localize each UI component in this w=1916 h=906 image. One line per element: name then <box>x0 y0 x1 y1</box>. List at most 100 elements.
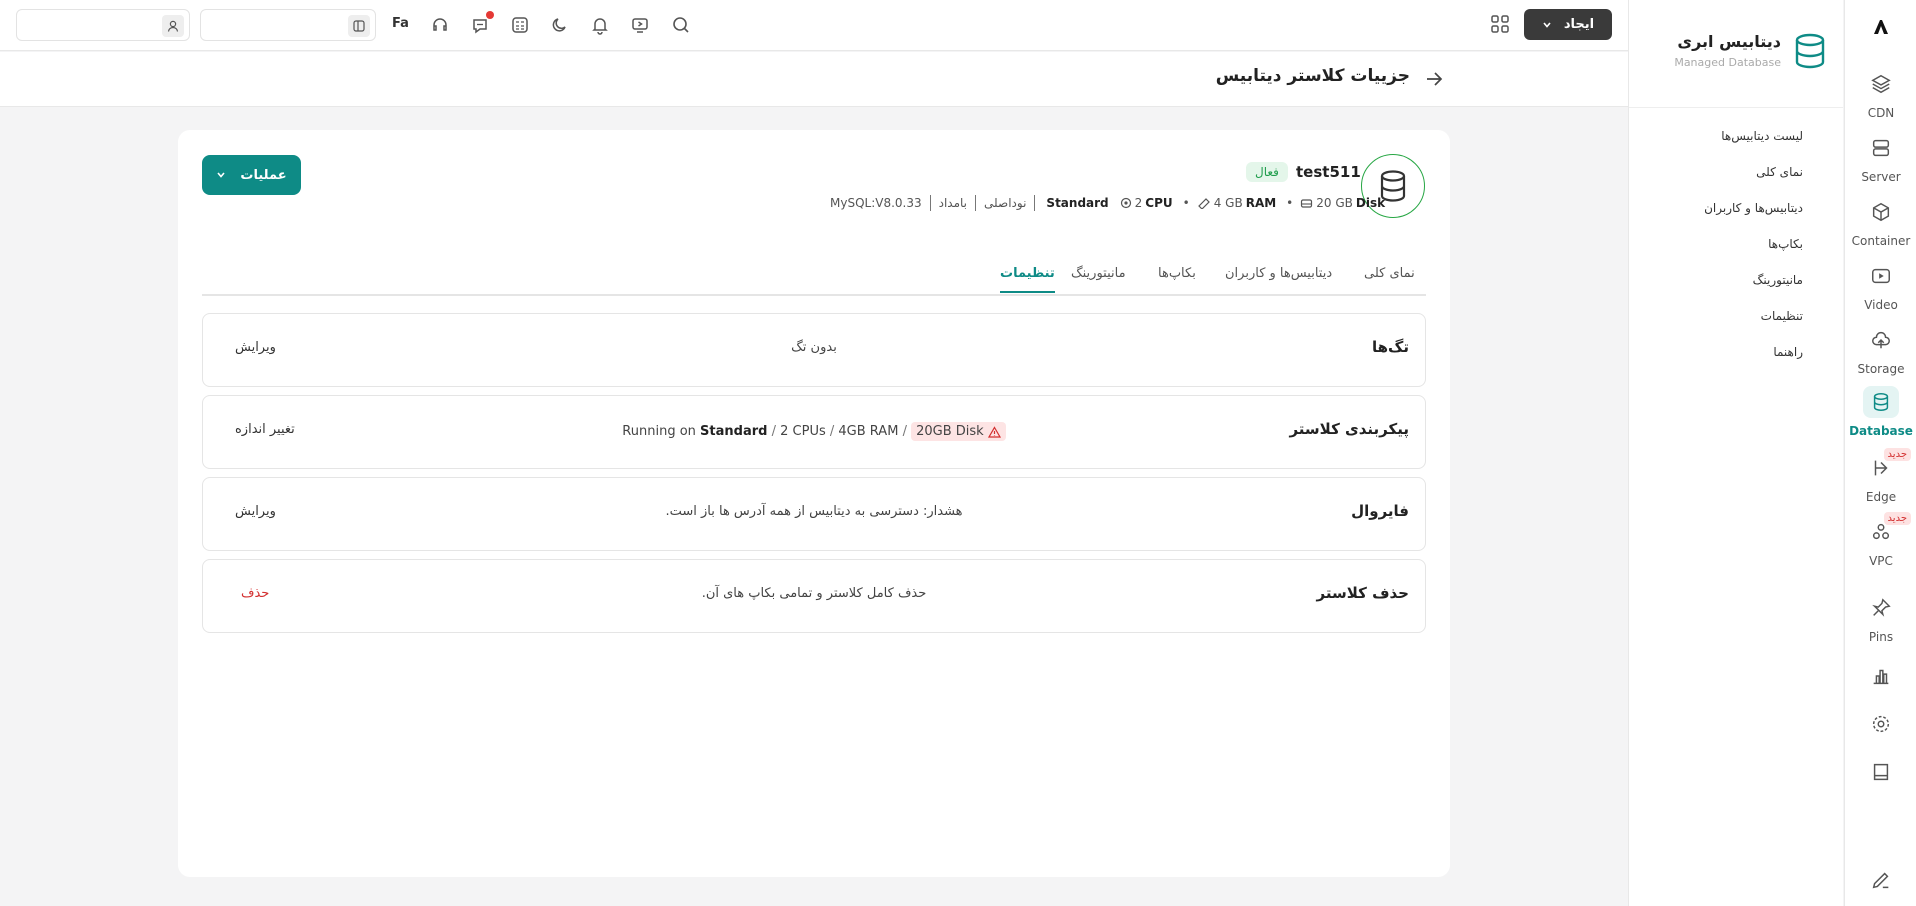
rail-item-vpc[interactable]: جدید VPC <box>1845 512 1916 568</box>
apps-grid-icon[interactable] <box>1490 14 1510 34</box>
subnav-item-backups[interactable]: بکاپ‌ها <box>1628 226 1843 262</box>
ram-value: 4 GB <box>1213 196 1243 210</box>
logo-icon <box>1874 20 1888 34</box>
page-header: جزییات کلاستر دیتابیس <box>0 52 1628 107</box>
cloud-icon <box>1872 332 1890 349</box>
edit-firewall-link[interactable]: ویرایش <box>235 504 276 519</box>
search-icon[interactable] <box>671 15 691 35</box>
search-input[interactable] <box>200 9 376 41</box>
logo[interactable] <box>1845 16 1916 44</box>
book-icon <box>1873 763 1889 781</box>
new-badge: جدید <box>1883 512 1911 525</box>
firewall-row: فایروال هشدار: دسترسی به دیتابیس از همه … <box>202 477 1426 551</box>
rail-label: Pins <box>1868 630 1894 644</box>
tab-monitoring[interactable]: مانیتورینگ <box>1071 266 1126 281</box>
rail-label: Database <box>1849 424 1913 438</box>
database-icon <box>1873 393 1889 411</box>
top-bar: ایجاد Fa <box>0 0 1628 51</box>
rail-item-docs[interactable] <box>1845 756 1916 788</box>
rail-label: Container <box>1851 234 1911 248</box>
divider <box>1629 107 1843 108</box>
firewall-warning: هشدار: دسترسی به دیتابیس از همه آدرس ها … <box>665 504 963 519</box>
main-rail: CDN Server Container Video Storage Datab… <box>1844 0 1916 906</box>
warning-icon <box>987 425 1001 438</box>
rail-label: Video <box>1864 298 1898 312</box>
chevron-down-icon <box>217 172 226 178</box>
rail-item-database[interactable]: Database <box>1845 386 1916 438</box>
pin-icon <box>1872 598 1891 617</box>
rail-item-cdn[interactable]: CDN <box>1845 68 1916 120</box>
create-button[interactable]: ایجاد <box>1524 9 1612 40</box>
rail-label: Edge <box>1865 490 1897 504</box>
resize-link[interactable]: تغییر اندازه <box>235 422 295 437</box>
rail-item-settings[interactable] <box>1845 708 1916 740</box>
tab-backups[interactable]: بکاپ‌ها <box>1158 266 1196 281</box>
tab-overview[interactable]: نمای کلی <box>1364 266 1415 281</box>
rail-label: CDN <box>1867 106 1895 120</box>
pen-icon <box>1872 872 1889 889</box>
video-icon <box>1872 268 1890 284</box>
subnav-item-overview[interactable]: نمای کلی <box>1628 154 1843 190</box>
disk-spec: 20GB Disk <box>916 424 984 439</box>
disk-icon <box>1301 199 1313 208</box>
cluster-meta: MySQL:V8.0.33 بامداد نوداصلی Standard 2C… <box>830 193 1388 213</box>
disk-value: 20 GB <box>1316 196 1353 210</box>
sidebar-toggle-icon[interactable] <box>348 15 370 37</box>
page-title: جزییات کلاستر دیتابیس <box>1215 66 1410 86</box>
rail-item-storage[interactable]: Storage <box>1845 324 1916 376</box>
new-badge: جدید <box>1883 448 1911 461</box>
subnav-item-settings[interactable]: تنظیمات <box>1628 298 1843 334</box>
disk-unit: Disk <box>1355 196 1386 210</box>
subnav-item-help[interactable]: راهنما <box>1628 334 1843 370</box>
rail-item-edge[interactable]: جدید Edge <box>1845 448 1916 504</box>
subnav-item-monitoring[interactable]: مانیتورینگ <box>1628 262 1843 298</box>
divider <box>929 195 931 211</box>
rail-item-container[interactable]: Container <box>1845 196 1916 248</box>
rail-item-video[interactable]: Video <box>1845 260 1916 312</box>
user-input[interactable] <box>16 9 190 41</box>
calculator-icon[interactable] <box>510 15 530 35</box>
section-title: دیتابیس ابری <box>1677 32 1781 51</box>
rail-item-pins[interactable]: Pins <box>1845 592 1916 644</box>
chart-icon <box>1873 669 1889 685</box>
node-type: نوداصلی <box>984 196 1027 210</box>
rail-item-reports[interactable] <box>1845 660 1916 692</box>
tab-settings[interactable]: تنظیمات <box>1000 266 1055 293</box>
headset-icon[interactable] <box>430 15 450 35</box>
bullet: • <box>1286 196 1294 210</box>
divider <box>975 195 977 211</box>
database-icon <box>1795 33 1825 69</box>
rail-label: Server <box>1861 170 1901 184</box>
cpu-icon <box>1120 197 1131 209</box>
language-switch[interactable]: Fa <box>392 16 409 31</box>
disk-warning-badge: 20GB Disk <box>911 422 1006 441</box>
edit-tags-link[interactable]: ویرایش <box>235 340 276 355</box>
cube-icon <box>1872 202 1890 222</box>
actions-button[interactable]: عملیات <box>202 155 301 195</box>
actions-label: عملیات <box>240 167 287 183</box>
arrow-right-icon[interactable] <box>1424 69 1444 89</box>
delete-description: حذف کامل کلاستر و تمامی بکاپ های آن. <box>701 586 927 601</box>
subnav-item-database-list[interactable]: لیست دیتابیس‌ها <box>1628 118 1843 154</box>
status-badge: فعال <box>1246 162 1288 182</box>
tab-bar: نمای کلی دیتابیس‌ها و کاربران بکاپ‌ها ما… <box>202 260 1426 296</box>
tags-row: تگ‌ها بدون تگ ویرایش <box>202 313 1426 387</box>
engine-version: MySQL:V8.0.33 <box>830 196 922 210</box>
monitor-icon[interactable] <box>630 15 650 35</box>
bell-icon[interactable] <box>590 15 610 35</box>
subnav-item-databases-users[interactable]: دیتابیس‌ها و کاربران <box>1628 190 1843 226</box>
delete-cluster-row: حذف کلاستر حذف کامل کلاستر و تمامی بکاپ … <box>202 559 1426 633</box>
sub-nav-list: لیست دیتابیس‌ها نمای کلی دیتابیس‌ها و کا… <box>1628 118 1843 370</box>
region: بامداد <box>938 196 968 210</box>
section-subtitle: Managed Database <box>1674 56 1781 69</box>
gear-icon <box>1872 715 1890 733</box>
tab-databases-users[interactable]: دیتابیس‌ها و کاربران <box>1225 266 1332 281</box>
user-icon[interactable] <box>162 15 184 37</box>
bullet: • <box>1182 196 1190 210</box>
ram-spec: 4GB RAM <box>838 424 899 439</box>
rail-item-edit[interactable] <box>1845 864 1916 896</box>
cpu-unit: CPU <box>1145 196 1173 210</box>
rail-item-server[interactable]: Server <box>1845 132 1916 184</box>
moon-icon[interactable] <box>550 15 570 35</box>
delete-cluster-button[interactable]: حذف <box>241 586 269 601</box>
